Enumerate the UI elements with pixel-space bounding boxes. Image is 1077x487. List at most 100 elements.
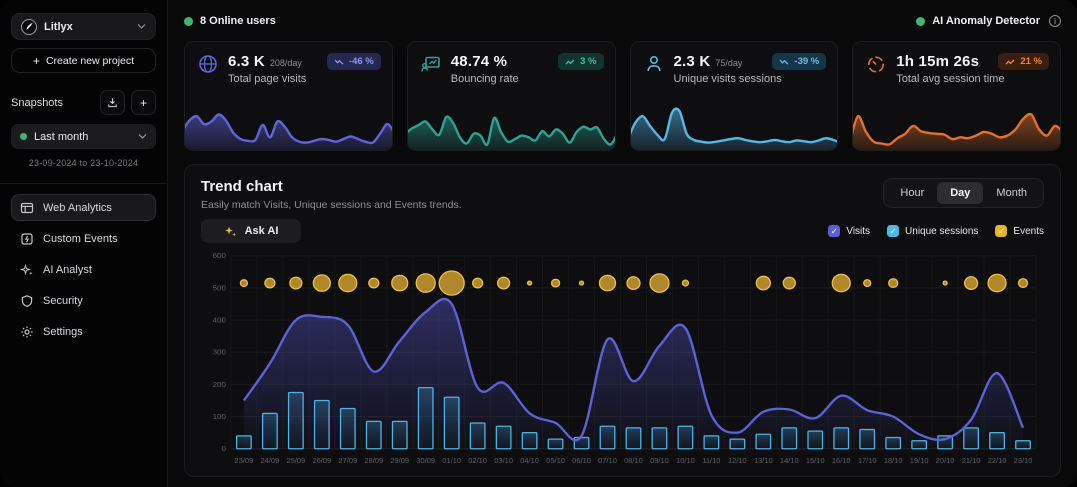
- x-axis-tick: 28/09: [364, 456, 383, 465]
- events-bubble[interactable]: [650, 274, 669, 292]
- sessions-bar[interactable]: [600, 426, 615, 449]
- stat-label: Total avg session time: [896, 73, 1004, 85]
- snapshot-date-range: 23-09-2024 to 23-10-2024: [11, 158, 156, 168]
- tab-hour[interactable]: Hour: [887, 182, 937, 204]
- sessions-bar[interactable]: [289, 392, 304, 448]
- events-bubble[interactable]: [392, 275, 408, 290]
- sessions-bar[interactable]: [652, 428, 667, 449]
- info-icon[interactable]: i: [1049, 15, 1061, 27]
- trend-chart-title: Trend chart: [201, 178, 462, 195]
- x-axis-tick: 11/10: [702, 456, 720, 465]
- events-bubble[interactable]: [627, 277, 640, 290]
- sessions-bar[interactable]: [964, 428, 979, 449]
- sessions-bar[interactable]: [522, 433, 537, 449]
- card-total-page-visits: 6.3 K 208/day Total page visits -46 %: [184, 41, 393, 151]
- create-project-button[interactable]: + Create new project: [11, 48, 156, 73]
- sidebar-item-custom-events[interactable]: Custom Events: [11, 225, 156, 252]
- sessions-bar[interactable]: [315, 401, 330, 449]
- events-bubble[interactable]: [313, 275, 330, 291]
- events-bubble[interactable]: [265, 278, 275, 288]
- sessions-bar[interactable]: [730, 439, 745, 449]
- ask-ai-button[interactable]: Ask AI: [201, 219, 301, 243]
- sidebar-item-settings[interactable]: Settings: [11, 318, 156, 345]
- sessions-bar[interactable]: [626, 428, 641, 449]
- sessions-bar[interactable]: [470, 423, 485, 449]
- ai-anomaly-detector: AI Anomaly Detector i: [916, 15, 1061, 27]
- project-name: Litlyx: [44, 21, 130, 33]
- x-axis-tick: 14/10: [780, 456, 799, 465]
- sessions-bar[interactable]: [444, 397, 459, 448]
- events-bubble[interactable]: [864, 280, 871, 287]
- sidebar-item-web-analytics[interactable]: Web Analytics: [11, 194, 156, 221]
- events-bubble[interactable]: [943, 281, 947, 285]
- sessions-bar[interactable]: [756, 434, 771, 448]
- events-bubble[interactable]: [528, 281, 532, 285]
- events-bubble[interactable]: [290, 277, 302, 289]
- sessions-bar[interactable]: [678, 426, 693, 449]
- sessions-bar[interactable]: [1016, 441, 1031, 449]
- snapshot-select[interactable]: Last month: [11, 124, 156, 149]
- trend-chart-subtitle: Easily match Visits, Unique sessions and…: [201, 199, 462, 211]
- events-bubble[interactable]: [832, 274, 850, 291]
- events-bubble[interactable]: [988, 274, 1006, 291]
- x-axis-tick: 17/10: [858, 456, 877, 465]
- sessions-bar[interactable]: [548, 439, 563, 449]
- tab-day[interactable]: Day: [937, 182, 983, 204]
- sidebar-item-ai-analyst[interactable]: AI Analyst: [11, 256, 156, 283]
- events-bubble[interactable]: [1019, 279, 1028, 288]
- sessions-bar[interactable]: [418, 388, 433, 449]
- events-bubble[interactable]: [339, 274, 357, 291]
- trend-chart[interactable]: 010020030040050060023/0924/0925/0926/092…: [201, 248, 1044, 470]
- sessions-bar[interactable]: [496, 426, 511, 449]
- online-users-label: 8 Online users: [200, 15, 276, 27]
- add-snapshot-button[interactable]: +: [131, 90, 156, 115]
- sessions-bar[interactable]: [782, 428, 797, 449]
- chevron-down-icon: [138, 133, 147, 140]
- stat-label: Unique visits sessions: [674, 73, 782, 85]
- x-axis-tick: 23/10: [1014, 456, 1033, 465]
- sessions-bar[interactable]: [886, 438, 901, 449]
- stat-label: Total page visits: [228, 73, 306, 85]
- legend-events[interactable]: ✓ Events: [995, 225, 1044, 237]
- sessions-bar[interactable]: [834, 428, 849, 449]
- x-axis-tick: 27/09: [338, 456, 357, 465]
- events-bubble[interactable]: [552, 279, 560, 287]
- events-bubble[interactable]: [600, 275, 616, 290]
- sessions-bar[interactable]: [237, 436, 252, 449]
- events-bubble[interactable]: [498, 277, 510, 289]
- events-bubble[interactable]: [439, 271, 464, 295]
- sessions-bar[interactable]: [808, 431, 823, 449]
- sessions-bar[interactable]: [912, 441, 927, 449]
- export-snapshot-button[interactable]: [100, 90, 125, 115]
- sidebar-item-security[interactable]: Security: [11, 287, 156, 314]
- checkbox-checked-icon: ✓: [995, 225, 1007, 237]
- sidebar-item-label: Security: [43, 295, 83, 307]
- events-bubble[interactable]: [240, 280, 247, 287]
- x-axis-tick: 21/10: [962, 456, 981, 465]
- events-bubble[interactable]: [889, 279, 898, 288]
- trend-down-icon: [779, 58, 789, 66]
- sessions-bar[interactable]: [341, 409, 356, 449]
- x-axis-tick: 08/10: [624, 456, 643, 465]
- sessions-bar[interactable]: [860, 429, 875, 448]
- events-bubble[interactable]: [580, 281, 584, 285]
- legend-unique-sessions[interactable]: ✓ Unique sessions: [887, 225, 978, 237]
- sessions-bar[interactable]: [263, 413, 278, 448]
- events-bubble[interactable]: [682, 280, 688, 286]
- legend-visits[interactable]: ✓ Visits: [828, 225, 870, 237]
- project-selector[interactable]: Litlyx: [11, 13, 156, 40]
- sessions-bar[interactable]: [990, 433, 1005, 449]
- trend-badge: -39 %: [772, 53, 826, 70]
- sessions-bar[interactable]: [704, 436, 719, 449]
- events-bubble[interactable]: [965, 277, 978, 290]
- events-bubble[interactable]: [783, 277, 795, 289]
- events-bubble[interactable]: [756, 276, 770, 290]
- create-project-label: Create new project: [46, 55, 134, 67]
- sessions-bar[interactable]: [392, 421, 407, 448]
- sidebar-divider: [0, 183, 167, 184]
- events-bubble[interactable]: [416, 274, 435, 292]
- tab-month[interactable]: Month: [983, 182, 1040, 204]
- events-bubble[interactable]: [473, 278, 483, 288]
- events-bubble[interactable]: [369, 278, 379, 288]
- sessions-bar[interactable]: [366, 421, 381, 448]
